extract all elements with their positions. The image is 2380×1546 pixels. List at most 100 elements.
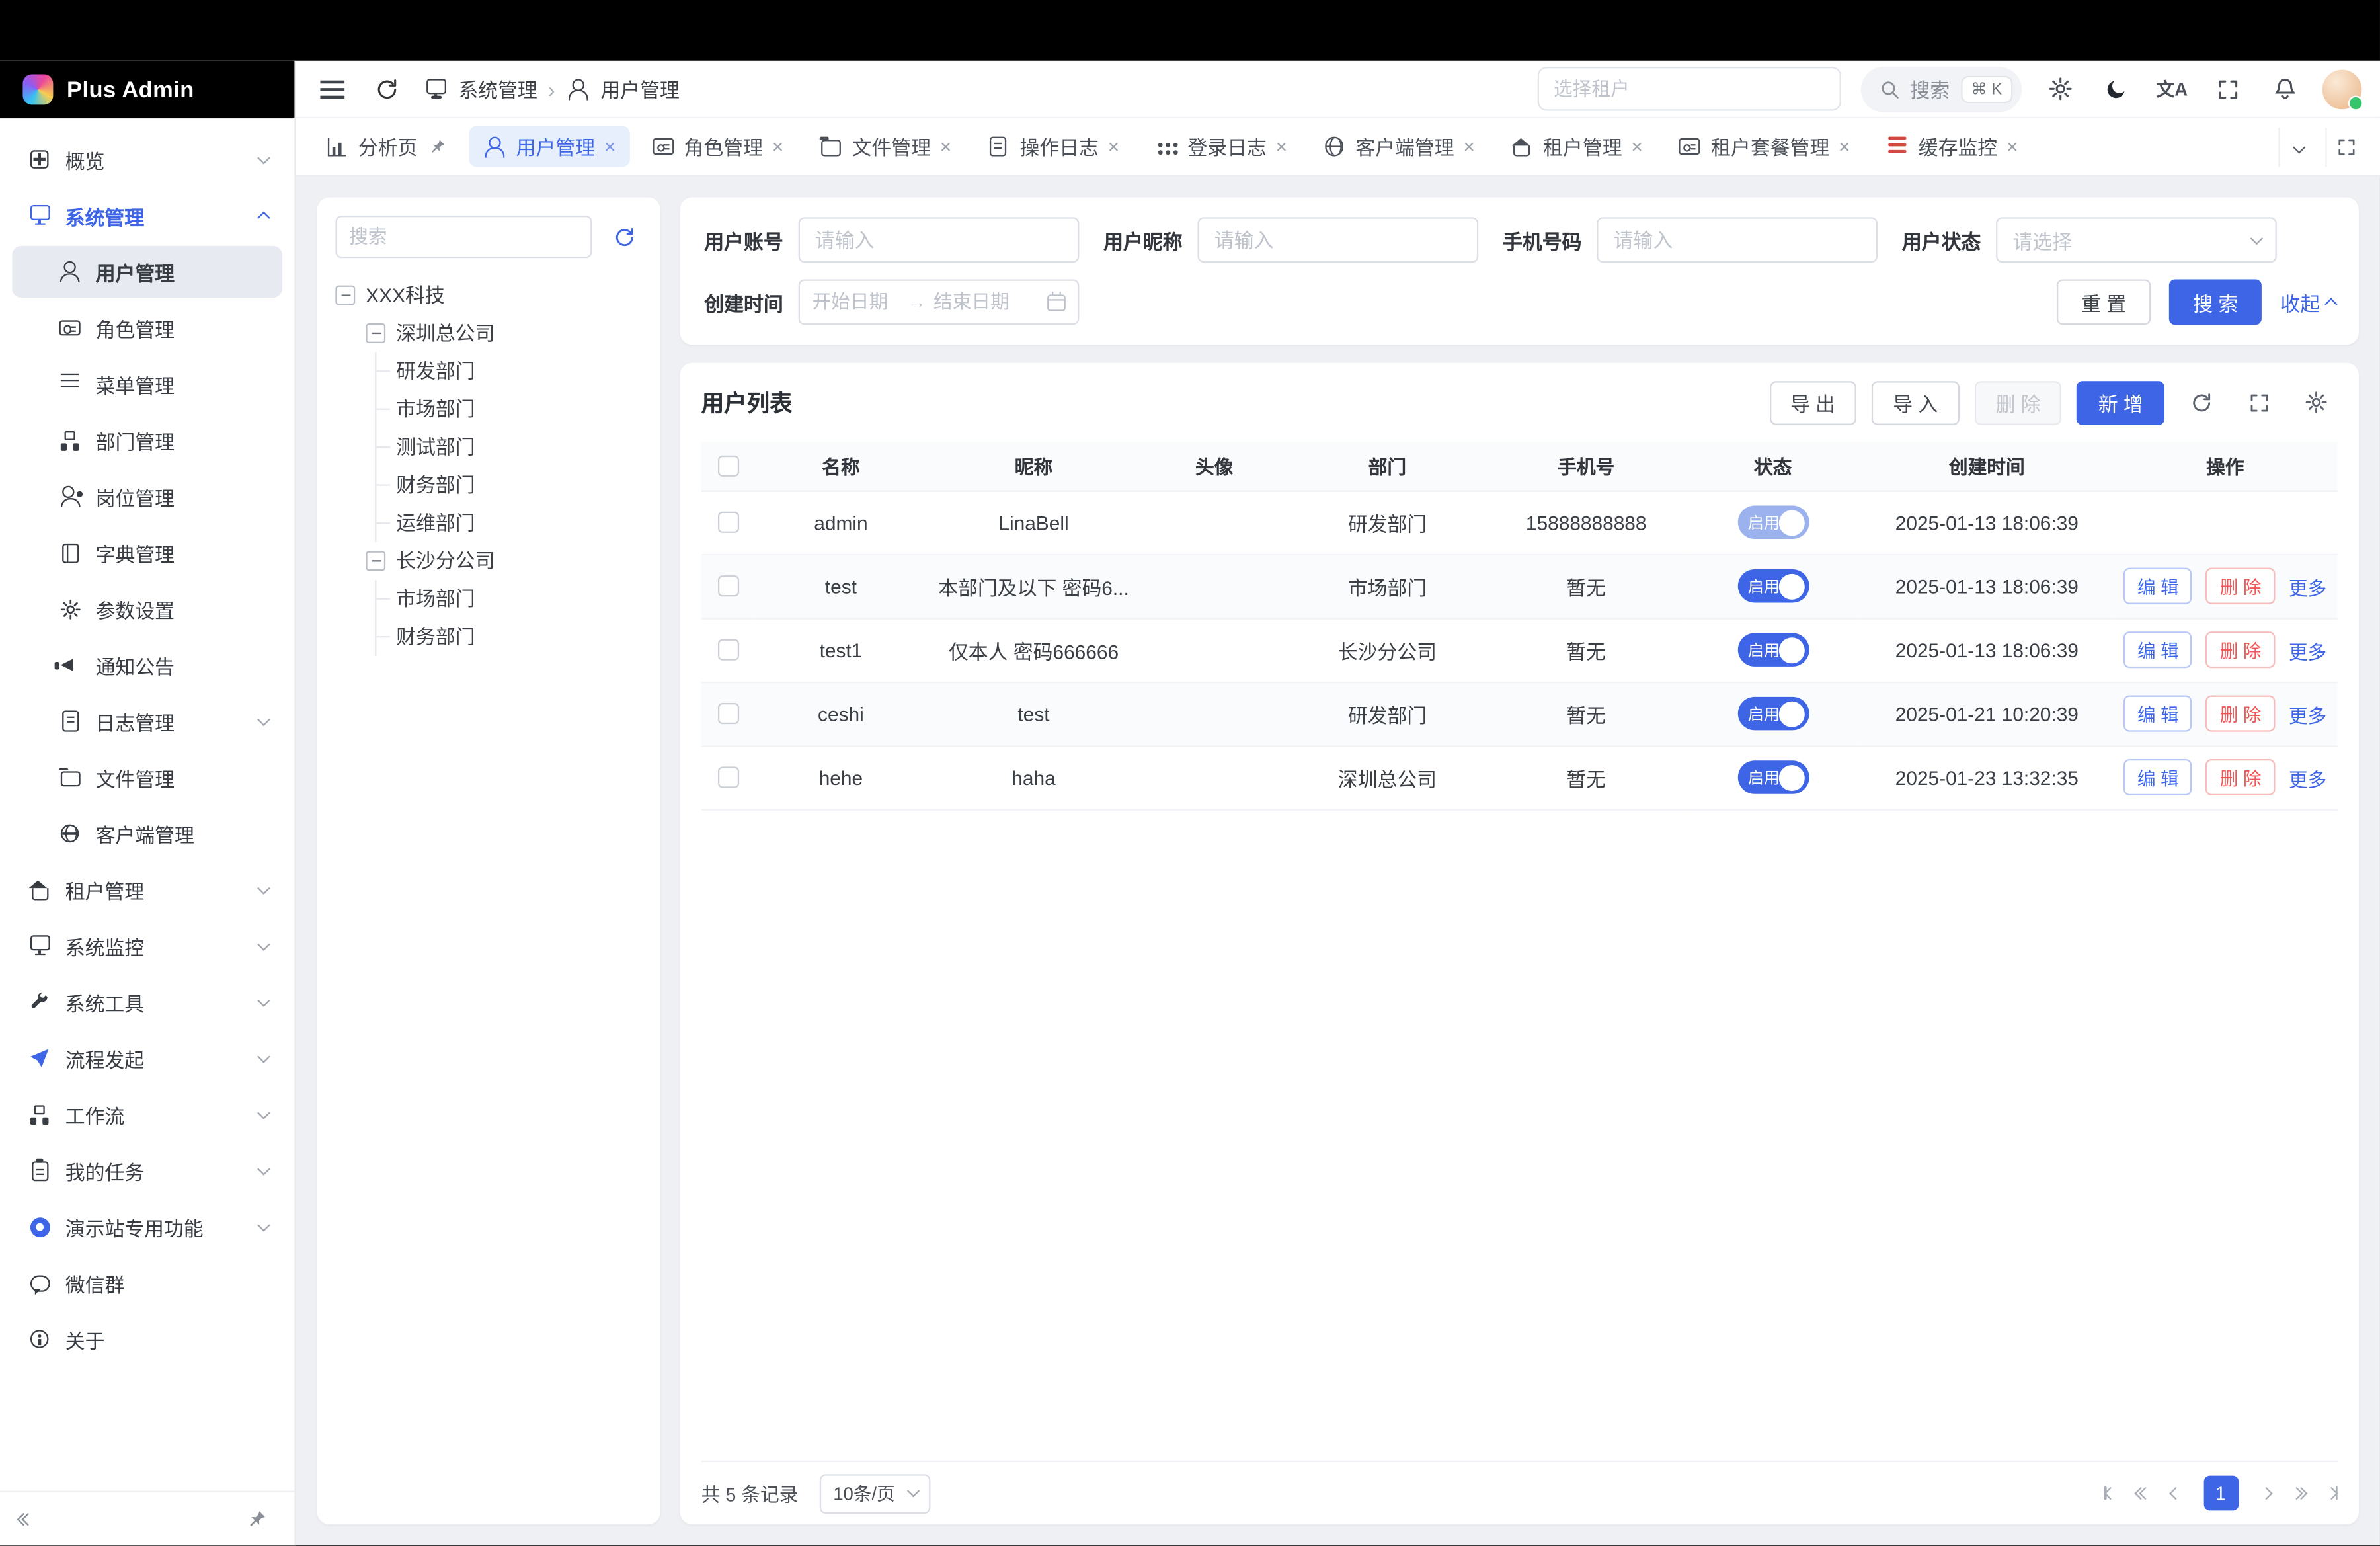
tree-leaf[interactable]: 财务部门 <box>376 618 642 655</box>
close-icon[interactable]: × <box>940 137 951 157</box>
sidebar-item-dict-management[interactable]: 字典管理 <box>12 527 282 579</box>
fullscreen-icon[interactable] <box>2210 71 2246 107</box>
close-icon[interactable]: × <box>1108 137 1119 157</box>
sidebar-item-system-tools[interactable]: 系统工具 <box>12 976 282 1028</box>
sidebar-item-process-initiation[interactable]: 流程发起 <box>12 1032 282 1084</box>
table-settings-gear-icon[interactable] <box>2295 381 2337 423</box>
breadcrumb-root[interactable]: 系统管理 <box>458 74 537 103</box>
page-size-select[interactable]: 10条/页 <box>820 1473 931 1513</box>
tab-role-management[interactable]: 角色管理× <box>637 126 797 167</box>
delete-button[interactable]: 删 除 <box>2206 759 2275 795</box>
sidebar-item-tenant-management[interactable]: 租户管理 <box>12 864 282 915</box>
table-fullscreen-icon[interactable] <box>2237 381 2280 423</box>
select-all-checkbox[interactable] <box>718 455 739 476</box>
global-search[interactable]: 搜索 ⌘ K <box>1860 66 2022 112</box>
tree-leaf[interactable]: 市场部门 <box>376 580 642 618</box>
tree-node-company[interactable]: XXX科技 <box>335 276 642 314</box>
sidebar-item-demo-features[interactable]: 演示站专用功能 <box>12 1201 282 1252</box>
date-start-input[interactable] <box>812 292 900 313</box>
date-range-picker[interactable]: → <box>799 279 1080 325</box>
edit-button[interactable]: 编 辑 <box>2123 696 2192 732</box>
sidebar-item-system-monitor[interactable]: 系统监控 <box>12 920 282 971</box>
notification-bell-icon[interactable] <box>2266 71 2303 107</box>
pagination-current-page[interactable]: 1 <box>2203 1476 2238 1511</box>
collapse-sidebar-button[interactable] <box>20 1515 32 1524</box>
collapse-toggle-icon[interactable] <box>366 323 385 343</box>
sidebar-item-wechat-group[interactable]: 微信群 <box>12 1257 282 1309</box>
hamburger-menu-icon[interactable] <box>314 71 350 107</box>
status-select[interactable]: 请选择 <box>1996 217 2277 263</box>
export-button[interactable]: 导 出 <box>1769 380 1856 425</box>
tab-tenant-package-management[interactable]: 租户套餐管理× <box>1664 126 1864 167</box>
tree-leaf[interactable]: 运维部门 <box>376 504 642 542</box>
sidebar-item-overview[interactable]: 概览 <box>12 134 282 185</box>
status-toggle[interactable]: 启用 <box>1737 569 1809 603</box>
pagination-last-button[interactable] <box>2327 1486 2338 1500</box>
sidebar-item-menu-management[interactable]: 菜单管理 <box>12 358 282 410</box>
tab-client-management[interactable]: 客户端管理× <box>1308 126 1488 167</box>
sidebar-item-system-management[interactable]: 系统管理 <box>12 190 282 241</box>
row-checkbox[interactable] <box>718 575 739 596</box>
edit-button[interactable]: 编 辑 <box>2123 631 2192 668</box>
pin-icon[interactable] <box>426 136 448 157</box>
dark-mode-moon-icon[interactable] <box>2098 71 2134 107</box>
more-button[interactable]: 更多 <box>2289 571 2326 600</box>
reset-button[interactable]: 重 置 <box>2057 279 2150 325</box>
status-toggle[interactable]: 启用 <box>1737 633 1809 667</box>
tree-node-branch[interactable]: 深圳总公司 <box>366 314 642 352</box>
close-icon[interactable]: × <box>1839 137 1850 157</box>
tree-leaf[interactable]: 研发部门 <box>376 352 642 390</box>
sidebar-item-workflow[interactable]: 工作流 <box>12 1088 282 1140</box>
close-icon[interactable]: × <box>1631 137 1642 157</box>
tabs-dropdown-button[interactable] <box>2278 127 2318 167</box>
more-button[interactable]: 更多 <box>2289 699 2326 728</box>
gear-icon[interactable] <box>2042 71 2078 107</box>
tab-operation-log[interactable]: 操作日志× <box>972 126 1132 167</box>
table-refresh-icon[interactable] <box>2180 381 2222 423</box>
pagination-first-button[interactable] <box>2104 1486 2114 1500</box>
sidebar-item-dept-management[interactable]: 部门管理 <box>12 415 282 466</box>
tree-node-branch[interactable]: 长沙分公司 <box>366 542 642 580</box>
pagination-next-button[interactable] <box>2261 1489 2270 1498</box>
tree-refresh-icon[interactable] <box>606 219 642 255</box>
sidebar-item-log-management[interactable]: 日志管理 <box>12 696 282 747</box>
refresh-icon[interactable] <box>369 71 405 107</box>
tab-tenant-management[interactable]: 租户管理× <box>1496 126 1656 167</box>
tab-analysis[interactable]: 分析页 <box>311 126 461 167</box>
more-button[interactable]: 更多 <box>2289 763 2326 792</box>
tab-cache-monitor[interactable]: 缓存监控× <box>1872 126 2032 167</box>
batch-delete-button[interactable]: 删 除 <box>1974 380 2061 425</box>
tenant-select-input[interactable] <box>1537 67 1841 111</box>
sidebar-item-about[interactable]: 关于 <box>12 1313 282 1365</box>
tree-leaf[interactable]: 财务部门 <box>376 466 642 504</box>
user-avatar[interactable] <box>2322 69 2362 108</box>
delete-button[interactable]: 删 除 <box>2206 696 2275 732</box>
add-button[interactable]: 新 增 <box>2077 380 2164 425</box>
date-end-input[interactable] <box>933 292 1021 313</box>
tree-search-input[interactable] <box>335 216 592 258</box>
sidebar-item-param-settings[interactable]: 参数设置 <box>12 583 282 635</box>
pagination-jump-prev-button[interactable] <box>2137 1489 2149 1498</box>
sidebar-item-role-management[interactable]: 角色管理 <box>12 302 282 354</box>
tree-leaf[interactable]: 测试部门 <box>376 428 642 466</box>
language-translate-icon[interactable]: 文A <box>2154 71 2190 107</box>
sidebar-item-client-management[interactable]: 客户端管理 <box>12 807 282 859</box>
sidebar-item-user-management[interactable]: 用户管理 <box>12 246 282 298</box>
close-icon[interactable]: × <box>2006 137 2018 157</box>
content-fullscreen-button[interactable] <box>2325 127 2365 167</box>
edit-button[interactable]: 编 辑 <box>2123 759 2192 795</box>
status-toggle[interactable]: 启用 <box>1737 506 1809 540</box>
close-icon[interactable]: × <box>1463 137 1474 157</box>
row-checkbox[interactable] <box>718 512 739 533</box>
collapse-toggle-icon[interactable] <box>366 551 385 571</box>
more-button[interactable]: 更多 <box>2289 635 2326 665</box>
sidebar-item-post-management[interactable]: 岗位管理 <box>12 471 282 522</box>
close-icon[interactable]: × <box>604 137 615 157</box>
tree-leaf[interactable]: 市场部门 <box>376 390 642 428</box>
close-icon[interactable]: × <box>1276 137 1287 157</box>
account-input[interactable] <box>799 217 1080 263</box>
pagination-prev-button[interactable] <box>2172 1489 2180 1498</box>
pagination-jump-next-button[interactable] <box>2292 1489 2304 1498</box>
nickname-input[interactable] <box>1198 217 1479 263</box>
phone-input[interactable] <box>1597 217 1878 263</box>
